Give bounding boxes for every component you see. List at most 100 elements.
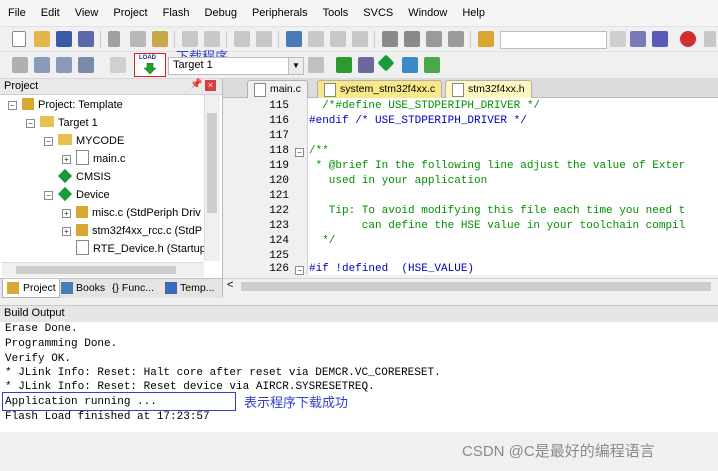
find-icon[interactable] — [630, 31, 646, 47]
stop-build-icon[interactable] — [110, 57, 126, 73]
next-bookmark-icon[interactable] — [330, 31, 346, 47]
paste-icon[interactable] — [152, 31, 168, 47]
translate-icon[interactable] — [12, 57, 28, 73]
undo-icon[interactable] — [182, 31, 198, 47]
code-editor[interactable]: 115 /*#define USE_STDPERIPH_DRIVER */ 11… — [223, 98, 718, 275]
expand-icon[interactable]: + — [62, 155, 71, 164]
batch-build-icon[interactable] — [78, 57, 94, 73]
tab-main-c[interactable]: main.c — [247, 80, 308, 98]
tree-item-label: Target 1 — [58, 117, 98, 129]
vertical-scrollbar[interactable] — [204, 95, 220, 261]
tree-item-cmsis[interactable]: CMSIS — [57, 168, 111, 186]
indent-icon[interactable] — [382, 31, 398, 47]
code-line: Tip: To avoid modifying this file each t… — [309, 205, 686, 217]
line-number: 116 — [269, 115, 289, 127]
tab-system-stm32f4xx-c[interactable]: system_stm32f4xx.c — [317, 80, 443, 98]
manage-run-time-env-icon[interactable] — [336, 57, 352, 73]
menu-flash[interactable]: Flash — [155, 0, 197, 26]
pin-icon[interactable]: 📌 — [190, 79, 202, 90]
scroll-left-icon[interactable]: < — [227, 279, 233, 291]
expand-icon[interactable]: + — [62, 227, 71, 236]
tab-stm32f4xx-h[interactable]: stm32f4xx.h — [445, 80, 532, 98]
fold-icon[interactable]: − — [295, 266, 304, 275]
horizontal-scrollbar[interactable] — [2, 262, 204, 277]
unindent-icon[interactable] — [404, 31, 420, 47]
collapse-icon[interactable]: − — [44, 191, 53, 200]
options-for-target-icon[interactable] — [308, 57, 324, 73]
tree-item-device[interactable]: Device — [57, 186, 110, 204]
comment-icon[interactable] — [426, 31, 442, 47]
copy-icon[interactable] — [130, 31, 146, 47]
rebuild-icon[interactable] — [56, 57, 72, 73]
line-number: 121 — [269, 190, 289, 202]
tree-item-target[interactable]: Target 1 — [40, 114, 98, 132]
find-dropdown-icon[interactable] — [610, 31, 626, 47]
tree-item-misc-c[interactable]: misc.c (StdPeriph Driv — [76, 204, 201, 222]
scrollbar-thumb[interactable] — [241, 282, 711, 291]
menu-svcs[interactable]: SVCS — [355, 0, 400, 26]
load-button[interactable]: LOAD — [134, 53, 166, 77]
save-all-icon[interactable] — [78, 31, 94, 47]
chevron-down-icon[interactable]: ▼ — [288, 58, 303, 74]
menu-peripherals[interactable]: Peripherals — [244, 0, 315, 26]
file-icon — [254, 83, 266, 97]
line-number: 115 — [269, 100, 289, 112]
nav-back-icon[interactable] — [234, 31, 250, 47]
menu-edit[interactable]: Edit — [33, 0, 67, 26]
cut-icon[interactable] — [108, 31, 120, 47]
redo-icon[interactable] — [204, 31, 220, 47]
menu-debug[interactable]: Debug — [197, 0, 244, 26]
event-recorder-icon[interactable] — [424, 57, 440, 73]
tab-project[interactable]: Project — [2, 279, 60, 298]
uncomment-icon[interactable] — [448, 31, 464, 47]
menu-help[interactable]: Help — [454, 0, 492, 26]
load-icon-label: LOAD — [139, 55, 156, 61]
open-folder-icon[interactable] — [34, 31, 50, 47]
build-output-panel[interactable]: Erase Done. Programming Done. Verify OK.… — [0, 322, 718, 432]
new-file-icon[interactable] — [12, 31, 26, 47]
output-line: Programming Done. — [5, 338, 118, 350]
tab-books[interactable]: Books — [60, 279, 108, 297]
output-line: * JLink Info: Reset: Halt core after res… — [5, 367, 441, 379]
target-select[interactable]: Target 1 ▼ — [168, 57, 304, 75]
select-packs-icon[interactable] — [402, 57, 418, 73]
collapse-icon[interactable]: − — [26, 119, 35, 128]
find-in-files-icon[interactable] — [478, 31, 494, 47]
prev-bookmark-icon[interactable] — [308, 31, 324, 47]
pack-installer-icon[interactable] — [377, 54, 395, 72]
menu-tools[interactable]: Tools — [315, 0, 356, 26]
save-icon[interactable] — [56, 31, 72, 47]
file-extensions-icon[interactable] — [358, 57, 374, 73]
nav-forward-icon[interactable] — [256, 31, 272, 47]
menu-project[interactable]: Project — [105, 0, 154, 26]
tree-item-mycode[interactable]: MYCODE — [58, 132, 124, 150]
collapse-icon[interactable]: − — [44, 137, 53, 146]
toolbar-overflow-icon[interactable] — [704, 31, 716, 47]
incremental-find-icon[interactable] — [652, 31, 668, 47]
clear-bookmarks-icon[interactable] — [352, 31, 368, 47]
scrollbar-thumb[interactable] — [207, 113, 217, 213]
editor-horizontal-scrollbar[interactable]: < — [223, 278, 718, 294]
tree-item-rte-device-h[interactable]: RTE_Device.h (Startup — [76, 240, 206, 258]
menu-view[interactable]: View — [67, 0, 106, 26]
menu-file[interactable]: File — [0, 0, 33, 26]
scrollbar-thumb[interactable] — [16, 266, 176, 274]
debug-session-icon[interactable] — [680, 31, 696, 47]
find-combo[interactable] — [500, 31, 607, 49]
build-icon[interactable] — [34, 57, 50, 73]
bookmark-icon[interactable] — [286, 31, 302, 47]
menu-window[interactable]: Window — [400, 0, 454, 26]
output-line: Verify OK. — [5, 353, 72, 365]
success-annotation: 表示程序下载成功 — [244, 395, 349, 410]
collapse-icon[interactable]: − — [8, 101, 17, 110]
close-icon[interactable]: × — [205, 80, 216, 91]
fold-icon[interactable]: − — [295, 148, 304, 157]
tree-item-rcc-c[interactable]: stm32f4xx_rcc.c (StdP — [76, 222, 202, 240]
tree-item-project[interactable]: Project: Template — [22, 96, 123, 114]
key-file-icon — [76, 224, 88, 236]
tab-templates[interactable]: Temp... — [164, 279, 214, 297]
line-number: 117 — [269, 130, 289, 142]
expand-icon[interactable]: + — [62, 209, 71, 218]
tab-functions[interactable]: {} Func... — [112, 279, 154, 297]
tree-item-main-c[interactable]: main.c — [76, 150, 125, 168]
